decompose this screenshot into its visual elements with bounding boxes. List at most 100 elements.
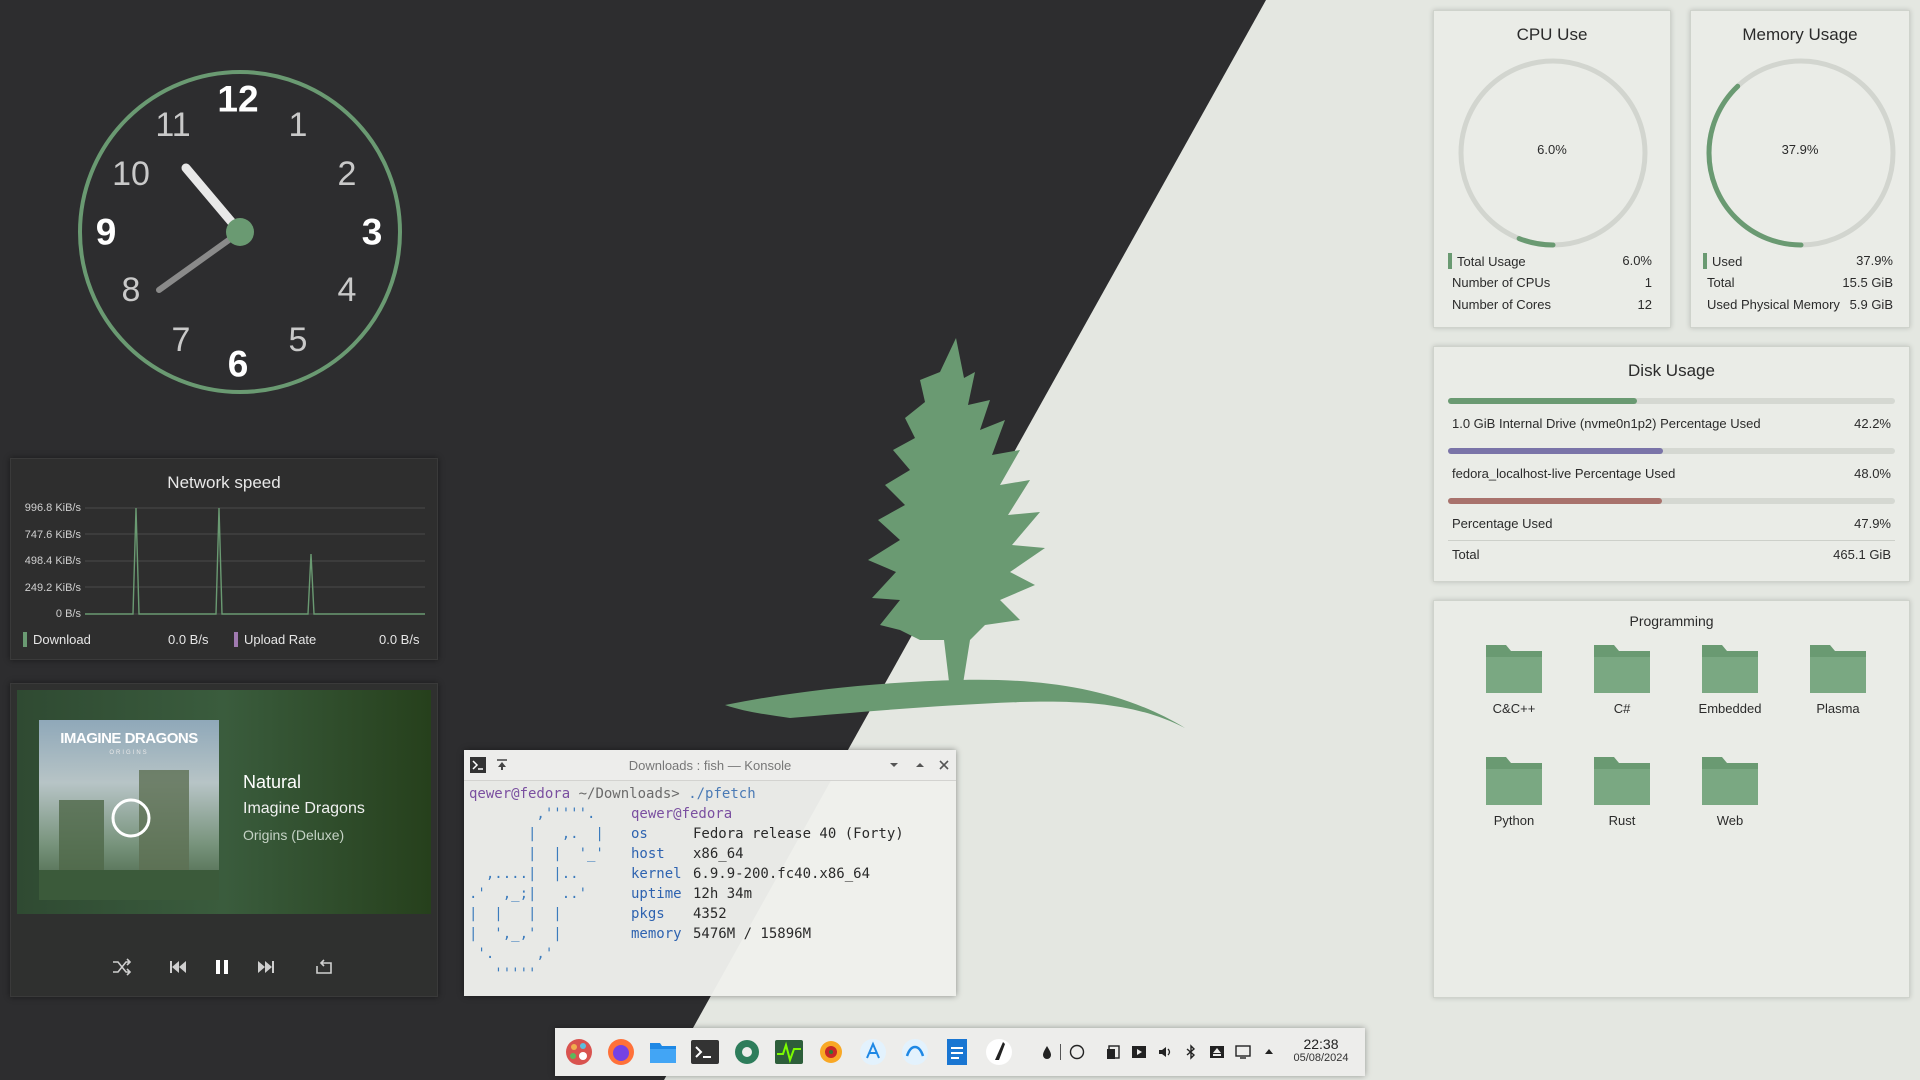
folder-icon	[1594, 645, 1650, 693]
ink-drop-icon[interactable]	[1039, 1044, 1055, 1060]
memory-title: Memory Usage	[1742, 25, 1858, 44]
ascii-art-line: '''''	[469, 966, 537, 982]
clock-numeral-6: 6	[227, 343, 249, 385]
album-cover: IMAGINE DRAGONS ORIGINS	[39, 720, 219, 900]
cpu-use-widget[interactable]: CPU Use 6.0% Total Usage 6.0% Number of C…	[1433, 10, 1671, 328]
volume-icon[interactable]	[1157, 1044, 1173, 1060]
bluetooth-icon[interactable]	[1183, 1044, 1199, 1060]
disk-usage-widget[interactable]: Disk Usage 1.0 GiB Internal Drive (nvme0…	[1433, 346, 1910, 582]
display-icon[interactable]	[1235, 1044, 1251, 1060]
tray-separator	[1060, 1044, 1061, 1060]
y-tick-1: 747.6 KiB/s	[25, 529, 82, 541]
download-label: Download	[33, 632, 91, 647]
maximize-icon[interactable]	[912, 757, 928, 773]
ascii-art-line: | ,. |	[469, 826, 604, 842]
ascii-art-line: | | | |	[469, 906, 562, 922]
download-legend: Download	[23, 632, 91, 647]
clock-numeral-4: 4	[337, 271, 357, 309]
disk-bar	[1448, 448, 1895, 454]
disk-bar	[1448, 498, 1895, 504]
info-key: uptime	[631, 886, 682, 902]
folder-c-cpp[interactable]: C&C++	[1464, 639, 1564, 716]
repeat-icon[interactable]	[313, 956, 335, 978]
folder-csharp[interactable]: C#	[1572, 639, 1672, 716]
shuffle-icon[interactable]	[111, 956, 133, 978]
kde-icon[interactable]	[899, 1036, 931, 1068]
taskbar-panel[interactable]: 22:38 05/08/2024	[555, 1028, 1365, 1076]
media-play-icon[interactable]	[1131, 1044, 1147, 1060]
previous-track-icon[interactable]	[167, 956, 189, 978]
memory-usage-widget[interactable]: Memory Usage 37.9% Used 37.9% Total 15.5 G…	[1690, 10, 1910, 328]
cpu-cores-row: Number of Cores 12	[1452, 297, 1652, 312]
palette-icon[interactable]	[563, 1036, 595, 1068]
cpu-title: CPU Use	[1516, 25, 1588, 44]
analog-clock: 12 1 2 3 4 5 6 7 8 9 10 11	[76, 68, 404, 396]
circle-icon[interactable]	[1069, 1044, 1085, 1060]
system-monitor-icon[interactable]	[773, 1036, 805, 1068]
konsole-titlebar[interactable]: Downloads : fish — Konsole	[464, 750, 956, 781]
close-icon[interactable]	[936, 757, 952, 773]
terminal-output[interactable]: qewer@fedora ~/Downloads> ./pfetch ,''''…	[469, 784, 904, 984]
konsole-title: Downloads : fish — Konsole	[628, 758, 792, 773]
knife-icon[interactable]	[983, 1036, 1015, 1068]
media-icon[interactable]	[815, 1036, 847, 1068]
disk-row: Percentage Used 47.9%	[1452, 516, 1891, 531]
network-title: Network speed	[167, 473, 281, 492]
disk-bar	[1448, 398, 1895, 404]
clock-numeral-8: 8	[121, 271, 141, 309]
divider	[1448, 540, 1895, 541]
ascii-art-line: | ',_,' |	[469, 926, 562, 942]
file-manager-icon[interactable]	[647, 1036, 679, 1068]
clock-numeral-2: 2	[337, 155, 357, 193]
next-track-icon[interactable]	[255, 956, 277, 978]
panel-clock[interactable]: 22:38 05/08/2024	[1286, 1036, 1356, 1064]
player-background: IMAGINE DRAGONS ORIGINS Natural Imagine …	[17, 690, 431, 914]
info-value: 5476M / 15896M	[693, 926, 812, 942]
disk-total-row: Total 465.1 GiB	[1452, 547, 1891, 562]
folder-embedded[interactable]: Embedded	[1680, 639, 1780, 716]
upload-label: Upload Rate	[244, 632, 317, 647]
clock-numeral-11: 11	[155, 106, 191, 144]
track-title: Natural	[243, 772, 302, 792]
folder-icon	[1594, 757, 1650, 805]
memory-used-row: Used 37.9%	[1703, 253, 1893, 269]
clock-numeral-12: 12	[217, 78, 259, 120]
disk-title: Disk Usage	[1628, 361, 1715, 380]
cpu-gauge-value: 6.0%	[1537, 142, 1567, 157]
konsole-window[interactable]: Downloads : fish — Konsole qewer@fedora …	[464, 750, 956, 996]
ascii-art-line: '. ,'	[469, 946, 554, 962]
folder-icon	[1702, 645, 1758, 693]
folder-label: C&C++	[1492, 701, 1536, 716]
programming-folder-view[interactable]: Programming C&C++ C# Embedded Plasma Pyt…	[1433, 600, 1910, 998]
folder-icon	[1810, 645, 1866, 693]
clock-numeral-7: 7	[171, 321, 191, 359]
y-tick-4: 0 B/s	[56, 608, 82, 620]
network-speed-widget[interactable]: Network speed 996.8 KiB/s 747.6 KiB/s 49…	[10, 458, 438, 660]
kdeconnect-icon[interactable]	[857, 1036, 889, 1068]
firefox-icon[interactable]	[605, 1036, 637, 1068]
folder-label: Plasma	[1816, 701, 1860, 716]
upload-legend: Upload Rate	[234, 632, 316, 647]
network-graph: 996.8 KiB/s 747.6 KiB/s 498.4 KiB/s 249.…	[25, 502, 425, 620]
folder-web[interactable]: Web	[1680, 751, 1780, 828]
terminal-icon[interactable]	[689, 1036, 721, 1068]
ascii-art-line: | | '_'	[469, 846, 604, 862]
expand-arrow-icon[interactable]	[1261, 1044, 1277, 1060]
minimize-icon[interactable]	[886, 757, 902, 773]
y-tick-0: 996.8 KiB/s	[25, 502, 82, 514]
eject-icon[interactable]	[1209, 1044, 1225, 1060]
pause-icon[interactable]	[211, 956, 233, 978]
folder-python[interactable]: Python	[1464, 751, 1564, 828]
clipboard-icon[interactable]	[1105, 1044, 1121, 1060]
folder-plasma[interactable]: Plasma	[1788, 639, 1888, 716]
settings-icon[interactable]	[731, 1036, 763, 1068]
y-tick-3: 249.2 KiB/s	[25, 582, 82, 594]
upload-value: 0.0 B/s	[379, 632, 420, 647]
prompt-user: qewer@fedora	[469, 786, 571, 802]
minute-hand	[156, 229, 243, 293]
document-icon[interactable]	[941, 1036, 973, 1068]
memory-physical-row: Used Physical Memory 5.9 GiB	[1707, 297, 1893, 312]
folder-rust[interactable]: Rust	[1572, 751, 1672, 828]
folder-view-title: Programming	[1629, 613, 1714, 629]
media-player-widget[interactable]: IMAGINE DRAGONS ORIGINS Natural Imagine …	[10, 683, 438, 997]
